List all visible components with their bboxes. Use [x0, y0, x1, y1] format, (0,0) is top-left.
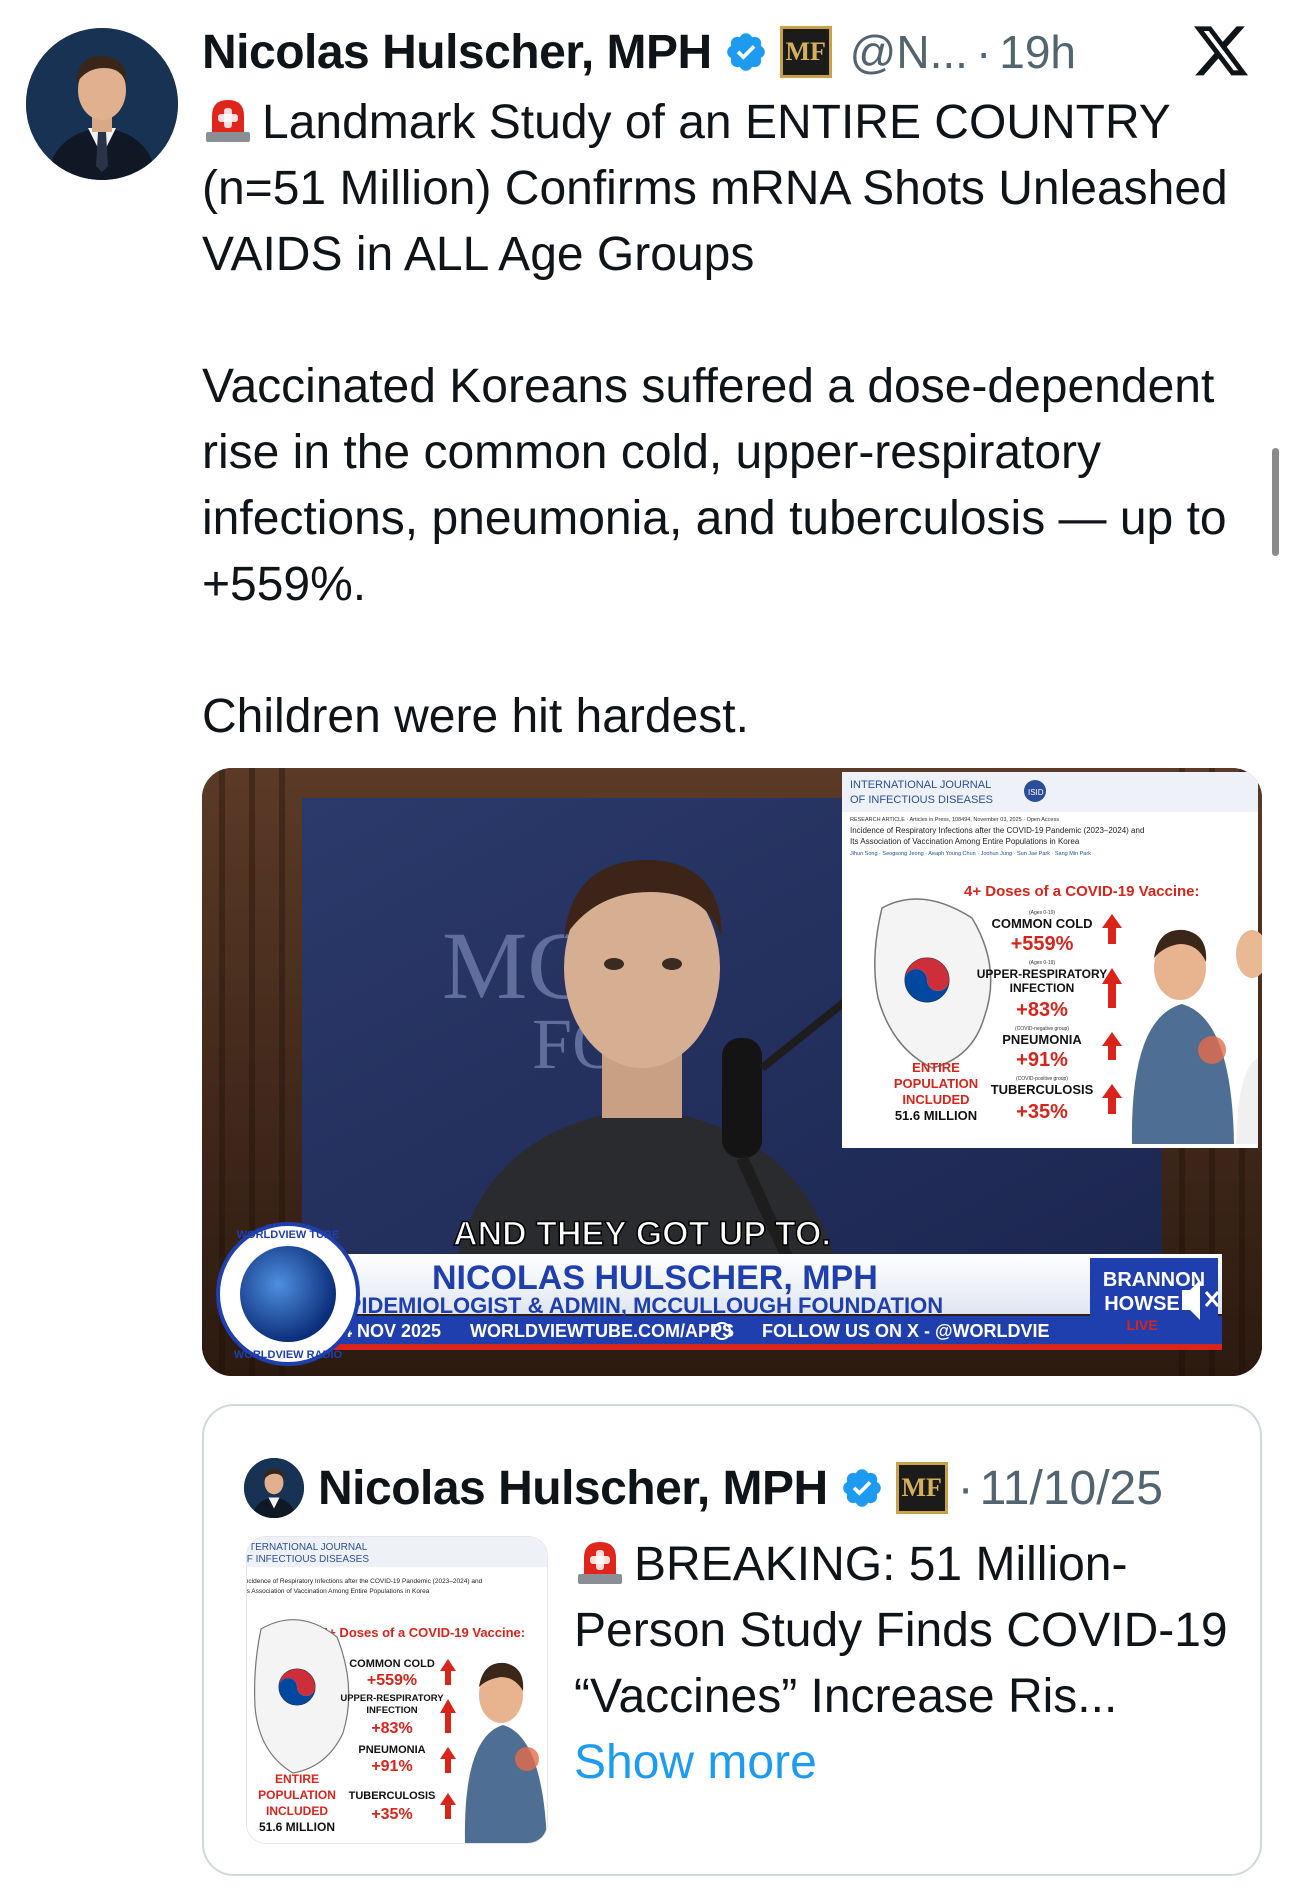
- stat-value: +35%: [1016, 1101, 1068, 1123]
- siren-icon: [206, 100, 250, 142]
- network-logo: WORLDVIEW TUBE WORLDVIEW RADIO: [216, 1222, 360, 1366]
- stat-value: +91%: [371, 1758, 412, 1775]
- population-line-4: 51.6 MILLION: [895, 1108, 977, 1123]
- quoted-date[interactable]: 11/10/25: [980, 1461, 1163, 1516]
- verified-badge-icon: [726, 33, 765, 71]
- article-meta: RESEARCH ARTICLE · Articles in Press, 10…: [850, 817, 1059, 823]
- network-bottom: WORLDVIEW RADIO: [234, 1349, 343, 1361]
- quoted-author-avatar[interactable]: [244, 1458, 304, 1518]
- stat-label: TUBERCULOSIS: [991, 1082, 1094, 1097]
- population-line-3: INCLUDED: [266, 1804, 328, 1818]
- stat-value: +83%: [1016, 999, 1068, 1021]
- quoted-tweet-thumbnail[interactable]: INTERNATIONAL JOURNAL OF INFECTIOUS DISE…: [246, 1536, 548, 1844]
- lower-third-name: NICOLAS HULSCHER, MPH: [432, 1259, 878, 1297]
- stat-label: PNEUMONIA: [358, 1744, 425, 1756]
- journal-name-1: INTERNATIONAL JOURNAL: [247, 1542, 368, 1553]
- stat-value: +35%: [371, 1806, 412, 1823]
- population-line-1: ENTIRE: [275, 1772, 319, 1786]
- stat-value: +83%: [371, 1720, 412, 1737]
- stat-label: COMMON COLD: [991, 916, 1092, 931]
- tweet-header: Nicolas Hulscher, MPH MF @N... · 19h: [202, 22, 1076, 82]
- article-title-1: Incidence of Respiratory Infections afte…: [247, 1578, 483, 1585]
- quoted-tweet-header: Nicolas Hulscher, MPH MF · 11/10/25: [244, 1458, 1163, 1518]
- stat-label: INFECTION: [366, 1705, 417, 1716]
- ticker-site: WORLDVIEWTUBE.COM/APPS: [470, 1321, 734, 1341]
- tweet-body: Landmark Study of an ENTIRE COUNTRY (n=5…: [202, 90, 1242, 750]
- quoted-affiliation-badge[interactable]: MF: [895, 1462, 948, 1514]
- journal-name-2: OF INFECTIOUS DISEASES: [247, 1554, 369, 1565]
- journal-name-2: OF INFECTIOUS DISEASES: [850, 794, 993, 806]
- population-line-3: INCLUDED: [902, 1092, 969, 1107]
- population-line-2: POPULATION: [894, 1076, 978, 1091]
- network-top: WORLDVIEW TUBE: [237, 1229, 340, 1241]
- article-title-1: Incidence of Respiratory Infections afte…: [850, 826, 1144, 835]
- journal-name-1: INTERNATIONAL JOURNAL: [850, 779, 991, 791]
- quoted-tweet-text: BREAKING: 51 Million-Person Study Finds …: [574, 1532, 1234, 1796]
- stat-label: PNEUMONIA: [1002, 1032, 1082, 1047]
- stat-label: TUBERCULOSIS: [349, 1790, 436, 1802]
- affiliation-badge[interactable]: MF: [779, 26, 832, 78]
- stat-label: UPPER-RESPIRATORY: [977, 967, 1107, 981]
- author-handle[interactable]: @N...: [850, 25, 968, 79]
- video-media[interactable]: MCC FO OU INTERNATIONAL JOURNAL OF INFEC…: [202, 768, 1262, 1376]
- lower-third: NICOLAS HULSCHER, MPH EPIDEMIOLOGIST & A…: [292, 1254, 1222, 1350]
- article-title-2: Its Association of Vaccination Among Ent…: [247, 1588, 430, 1595]
- infographic-headline: 4+ Doses of a COVID-19 Vaccine:: [321, 1625, 525, 1640]
- author-name[interactable]: Nicolas Hulscher, MPH: [202, 25, 712, 80]
- stat-value: +559%: [1011, 933, 1074, 955]
- population-line-4: 51.6 MILLION: [259, 1820, 335, 1834]
- author-avatar[interactable]: [26, 28, 178, 180]
- brand-line-1: BRANNON: [1103, 1269, 1205, 1291]
- stat-label: UPPER-RESPIRATORY: [340, 1693, 444, 1704]
- tweet-paragraph: Children were hit hardest.: [202, 690, 749, 743]
- population-line-1: ENTIRE: [912, 1060, 960, 1075]
- brand-line-2: HOWSE: [1104, 1293, 1180, 1315]
- truncation-ellipsis: ...: [1077, 1670, 1118, 1723]
- x-logo-icon[interactable]: [1194, 26, 1250, 78]
- article-title-2: Its Association of Vaccination Among Ent…: [850, 837, 1080, 846]
- ticker-follow: FOLLOW US ON X - @WORLDVIE: [762, 1321, 1050, 1341]
- stat-label: COMMON COLD: [349, 1658, 435, 1670]
- lower-third-title: EPIDEMIOLOGIST & ADMIN, MCCULLOUGH FOUND…: [332, 1293, 943, 1318]
- quoted-tweet-body: BREAKING: 51 Million-Person Study Finds …: [574, 1538, 1228, 1723]
- quoted-tweet-card[interactable]: Nicolas Hulscher, MPH MF · 11/10/25 INTE…: [202, 1404, 1262, 1876]
- verified-badge-icon: [842, 1469, 881, 1507]
- tweet-paragraph: Landmark Study of an ENTIRE COUNTRY (n=5…: [202, 90, 1242, 288]
- tweet-paragraph: Vaccinated Koreans suffered a dose-depen…: [202, 360, 1227, 611]
- journal-badge: ISID: [1028, 788, 1044, 797]
- siren-icon: [578, 1542, 622, 1584]
- stat-label: INFECTION: [1010, 981, 1075, 995]
- infographic-headline: 4+ Doses of a COVID-19 Vaccine:: [964, 883, 1200, 900]
- scrollbar-thumb[interactable]: [1272, 448, 1279, 556]
- infographic-panel: INTERNATIONAL JOURNAL OF INFECTIOUS DISE…: [842, 772, 1262, 1148]
- timestamp[interactable]: 19h: [999, 25, 1076, 79]
- article-authors: Jihun Song · Seogsong Jeong · Aeaph Youn…: [850, 851, 1091, 857]
- population-line-2: POPULATION: [258, 1788, 336, 1802]
- separator-dot: ·: [975, 26, 992, 78]
- video-caption: AND THEY GOT UP TO.: [453, 1215, 831, 1253]
- stat-value: +91%: [1016, 1049, 1068, 1071]
- quoted-author-name[interactable]: Nicolas Hulscher, MPH: [318, 1461, 828, 1516]
- stat-value: +559%: [367, 1672, 417, 1689]
- show-more-link[interactable]: Show more: [574, 1736, 817, 1789]
- brand-line-3: LIVE: [1126, 1317, 1157, 1333]
- stat-note: (Ages 0-19): [1029, 960, 1055, 966]
- separator-dot: ·: [957, 1461, 974, 1515]
